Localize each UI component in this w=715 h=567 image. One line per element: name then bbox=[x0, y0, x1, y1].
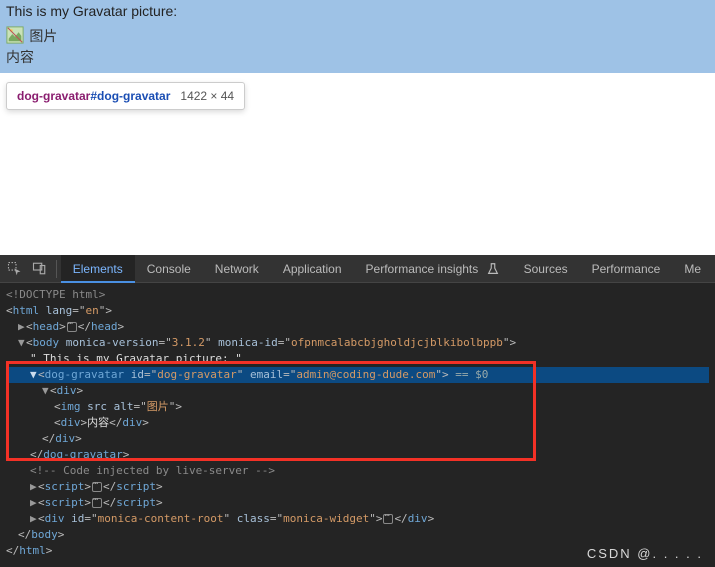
dom-line[interactable]: <div>内容</div> bbox=[6, 415, 709, 431]
dom-line[interactable]: ▶<script></script> bbox=[6, 495, 709, 511]
page-heading-text: This is my Gravatar picture: bbox=[6, 2, 709, 22]
tooltip-dimensions: 1422 × 44 bbox=[180, 89, 234, 103]
flask-icon bbox=[486, 262, 500, 276]
ellipsis-icon[interactable] bbox=[67, 322, 77, 332]
tab-network[interactable]: Network bbox=[203, 255, 271, 283]
tab-performance-insights[interactable]: Performance insights bbox=[354, 255, 512, 283]
inspect-element-icon[interactable] bbox=[2, 255, 27, 283]
dom-line[interactable]: ▼<div> bbox=[6, 383, 709, 399]
dom-line[interactable]: ▶<div id="monica-content-root" class="mo… bbox=[6, 511, 709, 527]
tab-elements[interactable]: Elements bbox=[61, 255, 135, 283]
page-viewport: This is my Gravatar picture: 图片 内容 dog-g… bbox=[0, 0, 715, 255]
devtools-panel: Elements Console Network Application Per… bbox=[0, 255, 715, 567]
dom-line[interactable]: </div> bbox=[6, 431, 709, 447]
tab-more-truncated[interactable]: Me bbox=[672, 255, 713, 283]
tooltip-id: #dog-gravatar bbox=[90, 89, 170, 103]
dom-line[interactable]: <!DOCTYPE html> bbox=[6, 287, 709, 303]
highlighted-element: This is my Gravatar picture: 图片 内容 bbox=[0, 0, 715, 73]
ellipsis-icon[interactable] bbox=[383, 514, 393, 524]
tab-separator bbox=[56, 260, 57, 278]
devtools-tabbar: Elements Console Network Application Per… bbox=[0, 255, 715, 283]
tab-console[interactable]: Console bbox=[135, 255, 203, 283]
dom-line[interactable]: " This is my Gravatar picture: " bbox=[6, 351, 709, 367]
inspect-tooltip: dog-gravatar#dog-gravatar 1422 × 44 bbox=[6, 82, 245, 110]
dom-line[interactable]: </body> bbox=[6, 527, 709, 543]
component-text-content: 内容 bbox=[6, 47, 709, 67]
dom-line[interactable]: ▶<script></script> bbox=[6, 479, 709, 495]
tab-sources[interactable]: Sources bbox=[512, 255, 580, 283]
ellipsis-icon[interactable] bbox=[92, 498, 102, 508]
dom-line[interactable]: </dog-gravatar> bbox=[6, 447, 709, 463]
dom-line[interactable]: <html lang="en"> bbox=[6, 303, 709, 319]
tab-perf-insights-label: Performance insights bbox=[366, 262, 479, 276]
broken-image-icon bbox=[6, 26, 24, 47]
dom-line-selected[interactable]: ▼<dog-gravatar id="dog-gravatar" email="… bbox=[6, 367, 709, 383]
watermark: CSDN @. . . . . bbox=[587, 546, 703, 561]
tab-application[interactable]: Application bbox=[271, 255, 354, 283]
dom-tree[interactable]: <!DOCTYPE html> <html lang="en"> ▶<head>… bbox=[0, 283, 715, 567]
tooltip-tagname: dog-gravatar bbox=[17, 89, 90, 103]
broken-image-alt-text: 图片 bbox=[29, 26, 57, 46]
tab-performance[interactable]: Performance bbox=[580, 255, 673, 283]
dom-line[interactable]: <img src alt="图片"> bbox=[6, 399, 709, 415]
ellipsis-icon[interactable] bbox=[92, 482, 102, 492]
dom-line[interactable]: ▼<body monica-version="3.1.2" monica-id=… bbox=[6, 335, 709, 351]
dom-line[interactable]: <!-- Code injected by live-server --> bbox=[6, 463, 709, 479]
device-toolbar-icon[interactable] bbox=[27, 255, 52, 283]
dom-line[interactable]: ▶<head></head> bbox=[6, 319, 709, 335]
